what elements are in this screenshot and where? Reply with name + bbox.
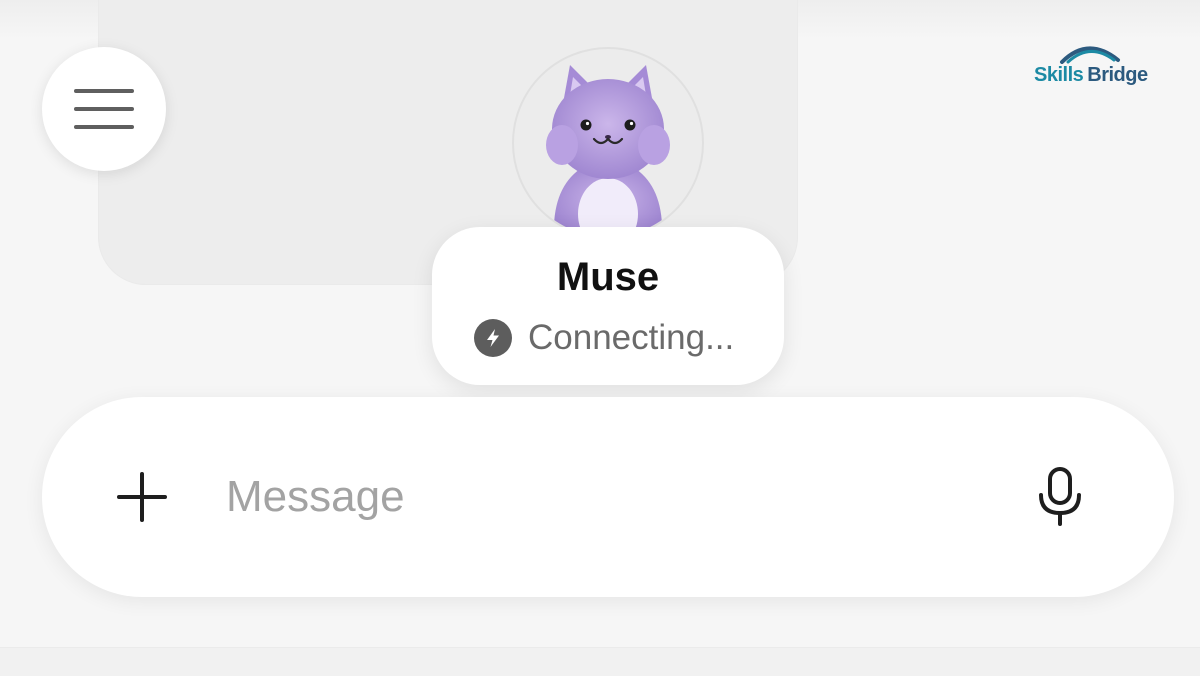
bridge-arc-icon (1060, 46, 1120, 64)
logo-text: Skills Bridge (1034, 64, 1148, 87)
agent-avatar (512, 47, 704, 239)
agent-card: Muse Connecting... (432, 227, 784, 385)
microphone-icon (1039, 467, 1081, 526)
bottom-bar (0, 647, 1200, 676)
plus-icon (117, 472, 167, 522)
logo-word-bridge: Bridge (1087, 64, 1148, 86)
connection-status: Connecting... (474, 318, 735, 357)
hamburger-menu-icon (74, 89, 134, 129)
menu-button[interactable] (42, 47, 166, 171)
skillsbridge-logo: Skills Bridge (1034, 40, 1154, 90)
message-composer (42, 397, 1174, 597)
lightning-bolt-icon (474, 319, 512, 357)
logo-word-skills: Skills (1034, 64, 1084, 86)
microphone-button[interactable] (1022, 457, 1098, 537)
add-attachment-button[interactable] (106, 461, 178, 533)
agent-name: Muse (556, 255, 660, 299)
purple-cat-avatar (546, 65, 670, 237)
status-text: Connecting... (528, 318, 735, 357)
message-input[interactable] (226, 457, 986, 537)
